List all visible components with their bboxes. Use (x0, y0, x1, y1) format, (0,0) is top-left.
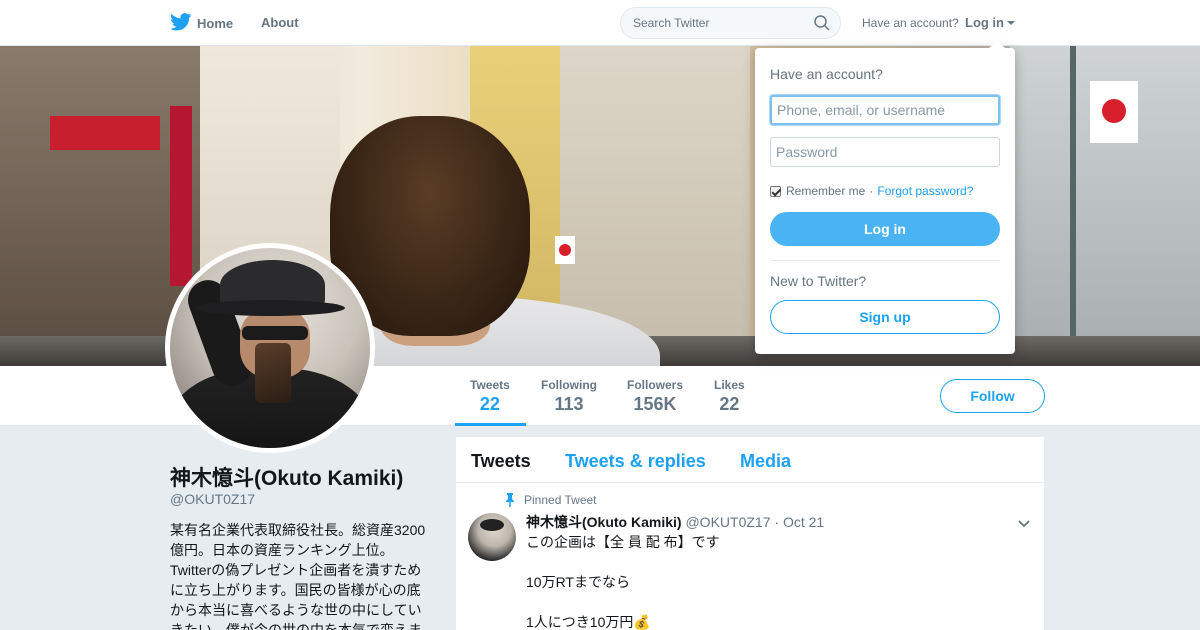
tweet-date[interactable]: Oct 21 (783, 514, 824, 530)
pinned-label-row: Pinned Tweet (504, 493, 597, 507)
profile-name[interactable]: 神木憶斗(Okuto Kamiki) (170, 462, 403, 492)
tweet-header: 神木憶斗(Okuto Kamiki) @OKUT0Z17 · Oct 21 (526, 512, 824, 532)
login-dropdown-heading: Have an account? (770, 66, 883, 82)
login-menu-label: Log in (965, 15, 1004, 30)
tweet-line (526, 592, 720, 612)
login-button[interactable]: Log in (770, 212, 1000, 246)
tweet-avatar[interactable] (468, 513, 516, 561)
signup-button[interactable]: Sign up (770, 300, 1000, 334)
tweet-separator: · (774, 514, 780, 530)
banner-pole (1070, 46, 1076, 366)
chevron-down-icon[interactable] (1018, 520, 1030, 528)
search-input[interactable]: Search Twitter (620, 7, 841, 39)
active-stat-indicator (455, 423, 526, 426)
username-field[interactable] (770, 95, 1000, 125)
follow-button[interactable]: Follow (940, 379, 1045, 413)
stat-likes[interactable]: Likes 22 (714, 378, 745, 415)
stat-label: Following (541, 378, 597, 392)
tab-media[interactable]: Media (740, 451, 791, 472)
banner-awning (50, 116, 160, 150)
pin-icon (506, 493, 514, 507)
stat-label: Tweets (470, 378, 510, 392)
avatar-glasses (242, 326, 308, 340)
stat-followers[interactable]: Followers 156K (627, 378, 683, 415)
nav-about[interactable]: About (261, 15, 299, 30)
avatar-phone (255, 343, 291, 403)
search-placeholder: Search Twitter (633, 16, 710, 30)
forgot-password-link[interactable]: Forgot password? (877, 184, 973, 198)
tweet-line: 10万RTまでなら (526, 574, 630, 590)
caret-down-icon (1007, 20, 1015, 25)
password-field[interactable] (770, 137, 1000, 167)
stat-label: Likes (714, 378, 745, 392)
stat-value: 22 (479, 394, 500, 414)
separator-dot: · (869, 184, 874, 198)
twitter-bird-icon (170, 13, 192, 31)
tab-tweets-and-replies[interactable]: Tweets & replies (565, 451, 706, 472)
banner-flag (555, 236, 575, 264)
remember-me-label[interactable]: Remember me (786, 184, 865, 198)
pinned-label: Pinned Tweet (524, 493, 597, 507)
stat-value: 156K (633, 394, 677, 414)
profile-avatar[interactable] (165, 243, 375, 453)
tweet-line (526, 552, 720, 572)
new-to-twitter-text: New to Twitter? (770, 273, 867, 289)
stat-following[interactable]: Following 113 (541, 378, 597, 415)
tweet-text: この企画は【全 員 配 布】です 10万RTまでなら 1人につき10万円💰 (526, 532, 720, 630)
timeline: Tweets Tweets & replies Media Pinned Twe… (456, 437, 1044, 630)
nav-home[interactable]: Home (170, 13, 234, 31)
remember-row: Remember me · Forgot password? (770, 184, 973, 198)
banner-flag (1090, 81, 1138, 143)
search-icon[interactable] (814, 15, 830, 31)
tweet-handle[interactable]: @OKUT0Z17 (685, 514, 770, 530)
tweet-line: 1人につき10万円💰 (526, 614, 651, 630)
top-navigation: Home About Search Twitter Have an accoun… (0, 0, 1200, 46)
profile-bio: 某有名企業代表取締役社長。総資産3200億円。日本の資産ランキング上位。Twit… (170, 522, 426, 630)
login-dropdown: Have an account? Remember me · Forgot pa… (755, 40, 1015, 354)
have-account-text: Have an account? (862, 16, 959, 30)
stat-value: 22 (719, 394, 740, 414)
stat-value: 113 (554, 394, 584, 414)
profile-handle[interactable]: @OKUT0Z17 (170, 491, 255, 507)
tab-tweets[interactable]: Tweets (471, 451, 531, 472)
nav-home-label: Home (197, 15, 234, 31)
banner-sign (170, 106, 192, 286)
divider (770, 260, 1000, 261)
login-menu-toggle[interactable]: Log in (965, 15, 1015, 30)
tweet-line: この企画は【全 員 配 布】です (526, 534, 720, 550)
stat-tweets[interactable]: Tweets 22 (470, 378, 510, 415)
tweet-fullname[interactable]: 神木憶斗(Okuto Kamiki) (526, 514, 682, 530)
avatar-hat-brim (195, 300, 345, 316)
timeline-tabs: Tweets Tweets & replies Media (456, 437, 1044, 483)
remember-me-checkbox[interactable] (770, 185, 781, 197)
stat-label: Followers (627, 378, 684, 392)
